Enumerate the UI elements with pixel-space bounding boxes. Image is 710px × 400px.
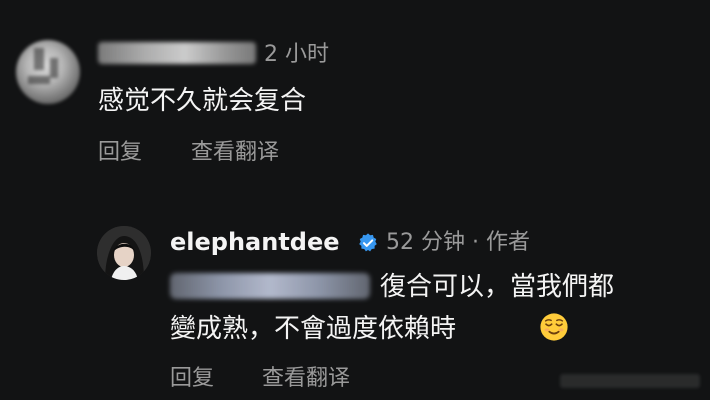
author-username[interactable]: elephantdee — [170, 230, 340, 254]
comment-meta: 52 分钟 · 作者 — [386, 230, 530, 255]
comment-1: 2 小时 感觉不久就会复合 回复 查看翻译 — [0, 0, 710, 200]
reply-button[interactable]: 回复 — [98, 142, 142, 164]
comment-text-line-2: 變成熟，不會過度依賴時 — [170, 314, 457, 344]
avatar[interactable] — [97, 226, 151, 280]
comment-text: 感觉不久就会复合 — [98, 86, 307, 116]
reply-button[interactable]: 回复 — [170, 368, 214, 390]
comment-text-line-1: 復合可以，當我們都 — [380, 272, 615, 302]
mention-blurred[interactable] — [170, 273, 370, 299]
comment-time: 2 小时 — [264, 42, 329, 67]
see-translation-button[interactable]: 查看翻译 — [191, 142, 279, 164]
verified-badge-icon — [359, 233, 377, 252]
watermark — [560, 374, 700, 388]
see-translation-button[interactable]: 查看翻译 — [262, 368, 350, 390]
relieved-face-emoji-icon — [540, 313, 568, 341]
username-blurred[interactable] — [98, 42, 256, 64]
avatar-photo-image — [97, 226, 151, 280]
avatar[interactable] — [16, 40, 80, 104]
